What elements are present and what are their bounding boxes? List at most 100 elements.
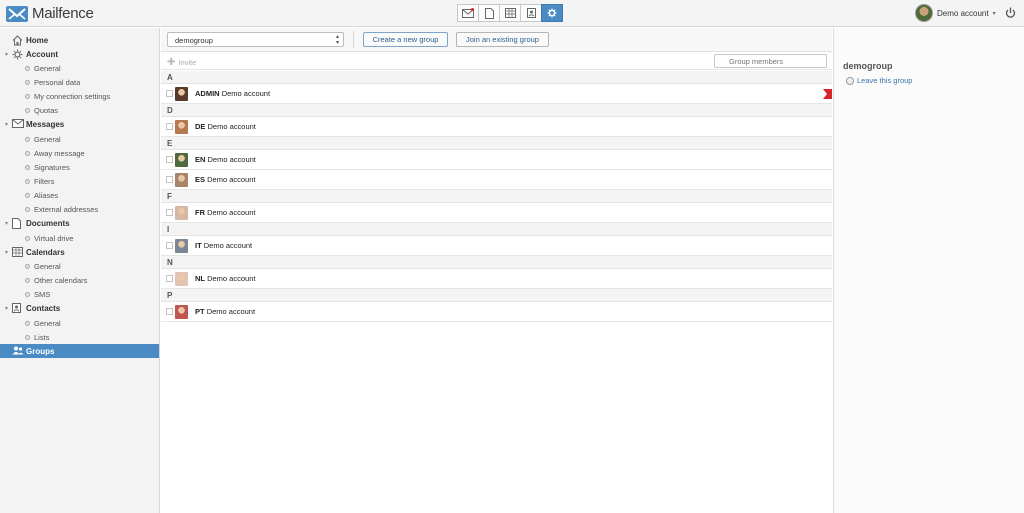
sidebar-section-contacts[interactable]: ▾ Contacts xyxy=(0,302,159,316)
member-checkbox[interactable] xyxy=(166,308,173,315)
letter-label: E xyxy=(167,139,173,148)
member-checkbox[interactable] xyxy=(166,275,173,282)
envelope-icon xyxy=(12,119,24,130)
member-code: IT xyxy=(195,241,202,250)
leave-group-label: Leave this group xyxy=(857,76,913,85)
member-row[interactable]: DE Demo account xyxy=(161,117,832,137)
sidebar-item-label: My connection settings xyxy=(34,92,111,102)
sidebar-item-signatures[interactable]: Signatures xyxy=(0,160,159,174)
expand-toggle-icon[interactable]: ▾ xyxy=(5,121,8,128)
sidebar-item-general[interactable]: General xyxy=(0,61,159,75)
member-row[interactable]: EN Demo account xyxy=(161,150,832,170)
sidebar-item-label: Aliases xyxy=(34,191,59,201)
join-group-button[interactable]: Join an existing group xyxy=(456,32,549,47)
member-code: PT xyxy=(195,307,205,316)
sidebar-section-account[interactable]: ▾ Account xyxy=(0,47,159,61)
member-name: ADMIN Demo account xyxy=(195,89,270,98)
letter-header: N xyxy=(161,256,832,269)
sidebar-section-documents[interactable]: ▾ Documents xyxy=(0,217,159,231)
sidebar-item-sms[interactable]: SMS xyxy=(0,288,159,302)
bullet-icon xyxy=(25,263,30,269)
group-details-panel: demogroup Leave this group xyxy=(833,28,1024,513)
member-row[interactable]: ADMIN Demo account xyxy=(161,84,832,104)
groups-icon xyxy=(12,346,24,357)
sidebar-item-personal-data[interactable]: Personal data xyxy=(0,75,159,89)
sidebar-item-external-addresses[interactable]: External addresses xyxy=(0,203,159,217)
member-checkbox[interactable] xyxy=(166,176,173,183)
sidebar-item-other-calendars[interactable]: Other calendars xyxy=(0,274,159,288)
sidebar-item-label: General xyxy=(34,261,61,271)
settings-app-button[interactable] xyxy=(541,4,563,22)
sidebar-item-aliases[interactable]: Aliases xyxy=(0,189,159,203)
member-row[interactable]: FR Demo account xyxy=(161,203,832,223)
user-menu[interactable]: Demo account ▾ xyxy=(915,4,996,22)
expand-toggle-icon[interactable]: ▾ xyxy=(5,220,8,227)
sidebar-item-general[interactable]: General xyxy=(0,316,159,330)
sidebar-section-calendars[interactable]: ▾ Calendars xyxy=(0,245,159,259)
logout-button[interactable] xyxy=(1005,7,1016,21)
logo-text: Mailfence xyxy=(32,5,94,22)
sidebar-section-messages[interactable]: ▾ Messages xyxy=(0,118,159,132)
sidebar-item-virtual-drive[interactable]: Virtual drive xyxy=(0,231,159,245)
member-row[interactable]: ES Demo account xyxy=(161,170,832,190)
mailfence-logo[interactable]: Mailfence xyxy=(6,5,94,22)
member-checkbox[interactable] xyxy=(166,123,173,130)
sidebar-item-label: External addresses xyxy=(34,205,99,215)
letter-label: A xyxy=(167,73,173,82)
create-group-button[interactable]: Create a new group xyxy=(363,32,448,47)
calendar-icon xyxy=(12,246,24,258)
letter-label: N xyxy=(167,258,173,267)
member-checkbox[interactable] xyxy=(166,209,173,216)
invite-label: Invite xyxy=(178,58,197,67)
member-checkbox[interactable] xyxy=(166,242,173,249)
member-row[interactable]: NL Demo account xyxy=(161,269,832,289)
sidebar-item-label: General xyxy=(34,63,61,73)
sidebar-section-label: Home xyxy=(26,35,49,45)
settings-sidebar: Home ▾ Account General Personal data My conne… xyxy=(0,28,160,513)
sidebar-item-label: Quotas xyxy=(34,106,59,116)
contacts-app-button[interactable] xyxy=(520,4,542,22)
bullet-icon xyxy=(25,278,30,284)
sidebar-section-home[interactable]: Home xyxy=(0,33,159,47)
sidebar-item-general[interactable]: General xyxy=(0,132,159,146)
sidebar-item-label: Other calendars xyxy=(34,276,88,286)
member-account-name: Demo account xyxy=(207,208,256,217)
sidebar-section-groups[interactable]: Groups xyxy=(0,344,159,359)
letter-label: P xyxy=(167,291,173,300)
sidebar-item-lists[interactable]: Lists xyxy=(0,330,159,344)
sidebar-item-label: SMS xyxy=(34,290,51,300)
top-bar: Mailfence Demo account ▾ xyxy=(0,0,1024,27)
member-code: DE xyxy=(195,122,206,131)
sidebar-item-away-message[interactable]: Away message xyxy=(0,146,159,160)
groups-main: demogroup ▴ ▾ Create a new group Join an … xyxy=(161,28,832,513)
letter-header: D xyxy=(161,104,832,117)
expand-toggle-icon[interactable]: ▾ xyxy=(5,249,8,256)
documents-app-button[interactable] xyxy=(478,4,500,22)
group-members-search[interactable] xyxy=(714,54,827,68)
leave-group-link[interactable]: Leave this group xyxy=(846,76,912,85)
invite-button[interactable]: ✚ Invite xyxy=(167,57,196,68)
member-row[interactable]: PT Demo account xyxy=(161,302,832,322)
member-code: FR xyxy=(195,208,205,217)
sidebar-section-label: Account xyxy=(26,49,58,59)
member-row[interactable]: IT Demo account xyxy=(161,236,832,256)
expand-toggle-icon[interactable]: ▾ xyxy=(5,305,8,312)
group-name: demogroup xyxy=(843,61,893,71)
member-checkbox[interactable] xyxy=(166,156,173,163)
member-code: NL xyxy=(195,274,205,283)
sidebar-item-general[interactable]: General xyxy=(0,259,159,273)
member-checkbox[interactable] xyxy=(166,90,173,97)
sidebar-item-filters[interactable]: Filters xyxy=(0,175,159,189)
calendar-app-button[interactable] xyxy=(499,4,521,22)
sidebar-item-my-connection-settings[interactable]: My connection settings xyxy=(0,90,159,104)
bullet-icon xyxy=(25,292,30,298)
documents-app-icon xyxy=(484,7,494,19)
group-select[interactable]: demogroup ▴ ▾ xyxy=(167,32,344,47)
member-avatar xyxy=(175,172,188,187)
expand-toggle-icon[interactable]: ▾ xyxy=(5,51,8,58)
members-subbar: ✚ Invite xyxy=(161,53,832,70)
sidebar-section-label: Contacts xyxy=(26,304,61,314)
sidebar-section-label: Documents xyxy=(26,219,70,229)
mail-app-button[interactable] xyxy=(457,4,479,22)
sidebar-item-quotas[interactable]: Quotas xyxy=(0,104,159,118)
